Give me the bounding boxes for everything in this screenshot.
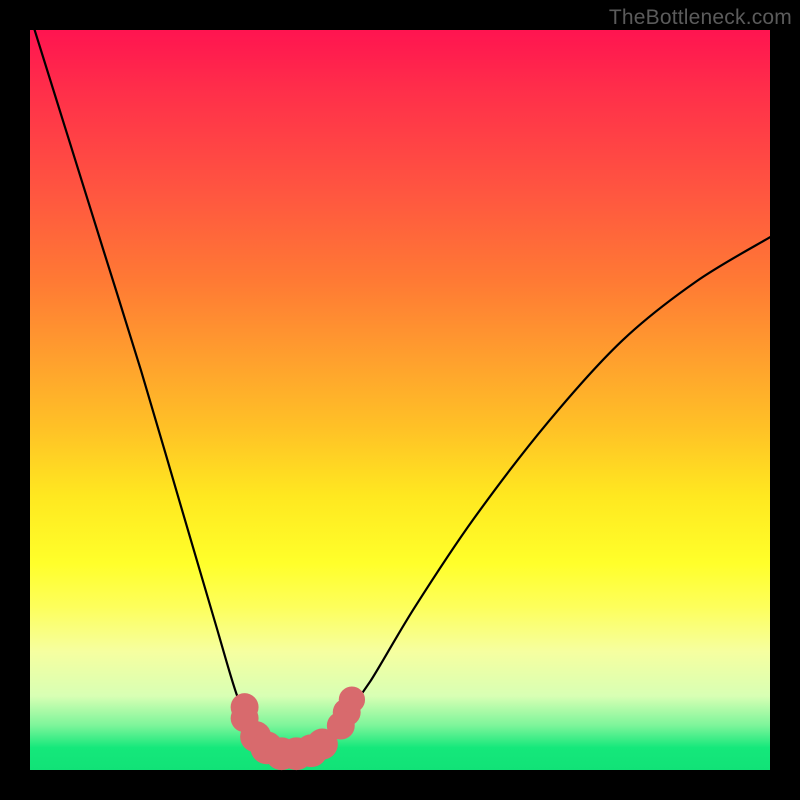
marker-dot [339,687,365,713]
watermark-label: TheBottleneck.com [609,6,792,30]
highlight-markers [231,687,365,771]
plot-area [30,30,770,770]
chart-frame: TheBottleneck.com [0,0,800,800]
bottleneck-curve [30,15,770,755]
curve-layer [30,30,770,770]
